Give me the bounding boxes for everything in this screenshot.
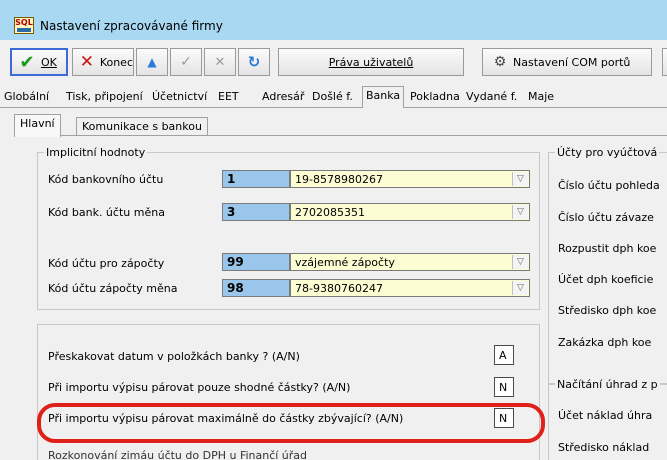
highlight-annotation xyxy=(37,403,545,443)
kod-uctu-zapocty-mena-value: 78-9380760247 xyxy=(295,282,383,295)
move-up-button[interactable]: ▲ xyxy=(136,48,168,76)
kod-bankovniho-uctu-label: Kód bankovního účtu xyxy=(48,173,164,186)
option-rozkontovani-label: Rozkonování zimáu účtu do DPH u Finančí … xyxy=(48,449,308,460)
tab-globalni[interactable]: Globální xyxy=(4,90,49,103)
tab-pokladna[interactable]: Pokladna xyxy=(410,90,460,103)
option-shodne-castky-label: Při importu výpisu párovat pouze shodné … xyxy=(48,381,351,394)
nacitani-uhrad-title: Načítání úhrad z p xyxy=(555,378,660,391)
check-gray-icon: ✓ xyxy=(180,54,192,70)
kod-bankovniho-uctu-select[interactable]: 19-8578980267 ▽ xyxy=(290,170,530,188)
kod-bank-uctu-mena-select[interactable]: 2702085351 ▽ xyxy=(290,203,530,221)
zakazka-dph-koef-label: Zakázka dph koe xyxy=(558,336,652,349)
stredisko-dph-koef-label: Středisko dph koe xyxy=(558,304,657,317)
option-preskakovat-datum-input[interactable]: A xyxy=(494,345,514,365)
tab-adresar[interactable]: Adresář xyxy=(262,90,304,103)
tab-majetek[interactable]: Maje xyxy=(528,90,554,103)
chevron-down-icon[interactable]: ▽ xyxy=(512,281,528,295)
konec-label: Konec xyxy=(99,55,133,69)
more-button[interactable] xyxy=(662,48,667,76)
com-port-icon: ⚙ xyxy=(493,54,507,70)
sub-tab-strip: Hlavní Komunikace s bankou xyxy=(14,114,667,137)
cislo-uctu-zavazky-label: Číslo účtu závaze xyxy=(558,211,654,224)
kod-uctu-pro-zapocty-label: Kód účtu pro zápočty xyxy=(48,257,165,270)
ok-button[interactable]: ✔ OK xyxy=(10,48,68,76)
x-gray-icon: ✕ xyxy=(214,54,226,70)
tab-dosle-f[interactable]: Došlé f. xyxy=(312,90,353,103)
close-x-icon: ✕ xyxy=(79,52,95,72)
tab-komunikace-s-bankou[interactable]: Komunikace s bankou xyxy=(76,117,208,136)
com-ports-button[interactable]: ⚙ Nastavení COM portů xyxy=(482,48,652,76)
app-logo-icon: SQL xyxy=(14,17,34,34)
ok-label: OK xyxy=(41,55,57,69)
confirm-button[interactable]: ✓ xyxy=(170,48,202,76)
kod-bank-uctu-mena-code[interactable]: 3 xyxy=(222,203,290,221)
tab-tisk-pripojeni[interactable]: Tisk, připojení xyxy=(66,90,143,103)
kod-bankovniho-uctu-value: 19-8578980267 xyxy=(295,173,383,186)
stredisko-naklad-label: Středisko náklad xyxy=(558,441,650,454)
main-tab-strip: Globální Tisk, připojení Účetnictví EET … xyxy=(0,86,667,108)
kod-bank-uctu-mena-label: Kód bank. účtu měna xyxy=(48,206,165,219)
kod-uctu-zapocty-mena-code[interactable]: 98 xyxy=(222,279,290,297)
chevron-down-icon[interactable]: ▽ xyxy=(512,205,528,219)
prava-uzivatelu-label: Práva uživatelů xyxy=(328,55,414,69)
toolbar: ✔ OK ✕ Konec ▲ ✓ ✕ ↻ Práva uživatelů ⚙ N… xyxy=(10,48,667,78)
triangle-up-icon: ▲ xyxy=(147,55,157,69)
rozpustit-dph-koef-label: Rozpustit dph koe xyxy=(558,242,657,255)
com-ports-label: Nastavení COM portů xyxy=(513,55,631,69)
kod-uctu-zapocty-mena-label: Kód účtu zápočty měna xyxy=(48,282,178,295)
checkmark-icon: ✔ xyxy=(19,51,35,73)
tab-hlavni[interactable]: Hlavní xyxy=(14,114,61,137)
chevron-down-icon[interactable]: ▽ xyxy=(512,255,528,269)
tab-vydane-f[interactable]: Vydané f. xyxy=(466,90,517,103)
kod-uctu-pro-zapocty-value: vzájemné zápočty xyxy=(295,256,395,269)
ucet-naklad-uhrady-label: Účet náklad úhra xyxy=(558,409,653,422)
tab-banka[interactable]: Banka xyxy=(362,86,405,108)
chevron-down-icon[interactable]: ▽ xyxy=(512,172,528,186)
cancel-button[interactable]: ✕ xyxy=(204,48,236,76)
refresh-button[interactable]: ↻ xyxy=(238,48,270,76)
kod-uctu-zapocty-mena-select[interactable]: 78-9380760247 ▽ xyxy=(290,279,530,297)
kod-bankovniho-uctu-code[interactable]: 1 xyxy=(222,170,290,188)
kod-uctu-pro-zapocty-code[interactable]: 99 xyxy=(222,253,290,271)
cislo-uctu-pohledavky-label: Číslo účtu pohleda xyxy=(558,179,660,192)
vyuctovani-accounts-title: Účty pro vyúčtová xyxy=(555,146,660,159)
option-shodne-castky-input[interactable]: N xyxy=(494,377,514,397)
window-title: Nastavení zpracovávané firmy xyxy=(40,19,223,33)
kod-uctu-pro-zapocty-select[interactable]: vzájemné zápočty ▽ xyxy=(290,253,530,271)
tab-ucetnictvi[interactable]: Účetnictví xyxy=(152,90,207,103)
option-preskakovat-datum-label: Přeskakovat datum v položkách banky ? (A… xyxy=(48,350,300,363)
title-bar: SQL Nastavení zpracovávané firmy xyxy=(0,0,667,40)
konec-button[interactable]: ✕ Konec xyxy=(72,48,134,76)
ucet-dph-koef-label: Účet dph koeficie xyxy=(558,273,654,286)
tab-eet[interactable]: EET xyxy=(218,90,239,103)
kod-bank-uctu-mena-value: 2702085351 xyxy=(295,206,365,219)
refresh-icon: ↻ xyxy=(247,53,261,71)
implicit-values-title: Implicitní hodnoty xyxy=(44,146,148,159)
prava-uzivatelu-button[interactable]: Práva uživatelů xyxy=(278,48,464,76)
